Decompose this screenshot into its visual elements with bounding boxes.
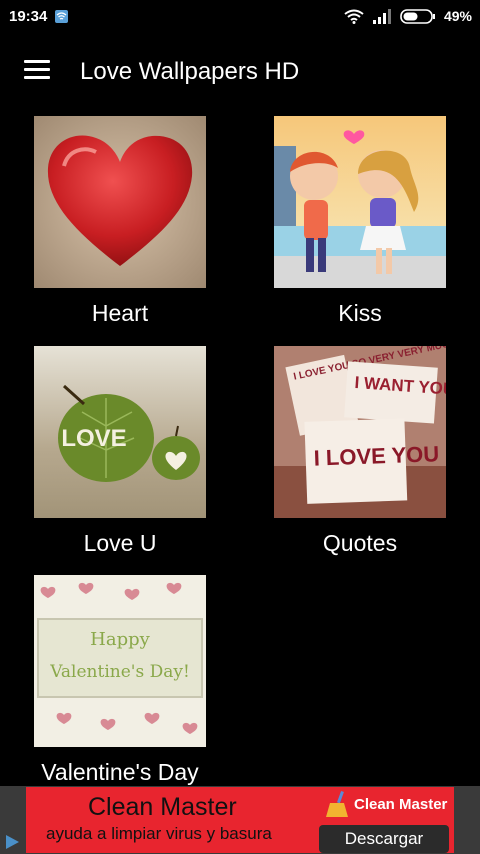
category-quotes[interactable]: I LOVE YOU SO VERY VERY MUCH I WANT YOU … — [274, 346, 446, 557]
status-bar: 19:34 49% — [0, 0, 480, 34]
notification-icon — [55, 10, 68, 23]
category-valentines-day[interactable]: Happy Valentine's Day! Valentine's Day — [34, 575, 206, 786]
love-leaf-text: LOVE — [61, 425, 126, 452]
ad-brand: Clean Master — [326, 791, 447, 817]
battery-percent: 49% — [443, 8, 472, 24]
ad-content[interactable]: Clean Master ayuda a limpiar virus y bas… — [26, 787, 454, 853]
ad-title: Clean Master — [88, 793, 237, 821]
heart-thumbnail — [34, 116, 206, 288]
category-kiss[interactable]: Kiss — [274, 116, 446, 327]
valentines-thumbnail: Happy Valentine's Day! — [34, 575, 206, 747]
category-love-u[interactable]: LOVE Love U — [34, 346, 206, 557]
battery-icon — [400, 8, 435, 24]
category-label: Heart — [91, 300, 149, 326]
category-label: Valentine's Day — [41, 759, 199, 785]
valentines-day-text: Valentine's Day! — [49, 662, 190, 682]
ad-banner: Clean Master ayuda a limpiar virus y bas… — [0, 786, 480, 854]
category-label: Quotes — [322, 530, 398, 556]
category-label: Love U — [83, 530, 157, 556]
wifi-icon — [344, 9, 364, 24]
quotes-thumbnail: I LOVE YOU SO VERY VERY MUCH I WANT YOU … — [274, 346, 446, 518]
kiss-thumbnail — [274, 116, 446, 288]
broom-icon — [326, 791, 348, 817]
valentines-happy-text: Happy — [90, 629, 150, 650]
app-bar: Love Wallpapers HD — [0, 34, 480, 110]
status-time: 19:34 — [9, 8, 48, 25]
category-heart[interactable]: Heart — [34, 116, 206, 327]
quote-card-love-text: I LOVE YOU — [313, 441, 439, 470]
ad-choices-icon[interactable] — [2, 832, 22, 852]
download-button[interactable]: Descargar — [319, 825, 449, 853]
category-label: Kiss — [338, 300, 382, 326]
ad-brand-text: Clean Master — [354, 795, 448, 813]
love-leaf-thumbnail: LOVE — [34, 346, 206, 518]
app-title: Love Wallpapers HD — [80, 58, 300, 85]
signal-icon — [372, 8, 391, 24]
ad-subtitle: ayuda a limpiar virus y basura — [46, 824, 272, 843]
menu-icon[interactable] — [24, 60, 50, 82]
